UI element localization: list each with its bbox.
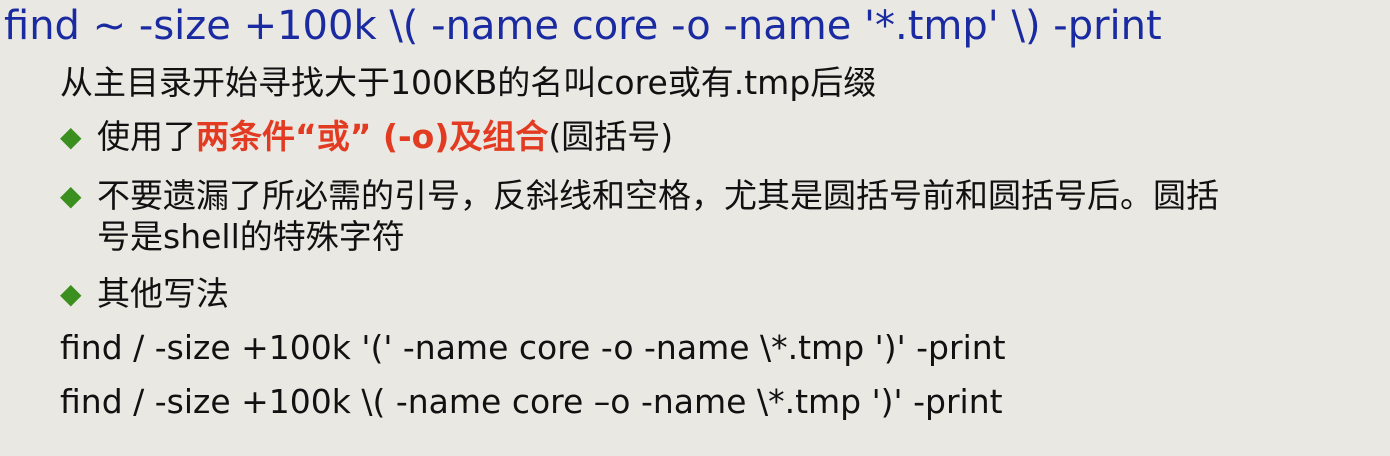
bullet-quoting-text-line1: 不要遗漏了所必需的引号，反斜线和空格，尤其是圆括号前和圆括号后。圆括 <box>97 176 1219 215</box>
bullet-highlight-text: 两条件“或” (-o)及组合 <box>196 117 549 156</box>
diamond-bullet-icon: ◆ <box>60 277 82 310</box>
bullet-text-before: 使用了 <box>97 117 196 156</box>
slide-title: find ~ -size +100k \( -name core -o -nam… <box>4 3 1162 49</box>
diamond-bullet-icon: ◆ <box>60 179 82 212</box>
diamond-bullet-icon: ◆ <box>60 120 82 153</box>
description-line: 从主目录开始寻找大于100KB的名叫core或有.tmp后缀 <box>60 63 877 102</box>
bullet-alternatives-text: 其他写法 <box>97 274 229 313</box>
bullet-conditions: ◆ 使用了两条件“或” (-o)及组合(圆括号) <box>60 117 673 157</box>
bullet-text-after: (圆括号) <box>548 117 674 156</box>
command-example-2: find / -size +100k \( -name core –o -nam… <box>60 382 1003 421</box>
bullet-quoting-text-line2: 号是shell的特殊字符 <box>97 217 405 256</box>
slide: find ~ -size +100k \( -name core -o -nam… <box>0 0 1390 456</box>
bullet-alternatives: ◆ 其他写法 <box>60 274 229 314</box>
command-example-1: find / -size +100k '(' -name core -o -na… <box>60 328 1006 367</box>
bullet-quoting-note: ◆ 不要遗漏了所必需的引号，反斜线和空格，尤其是圆括号前和圆括号后。圆括 <box>60 176 1219 216</box>
